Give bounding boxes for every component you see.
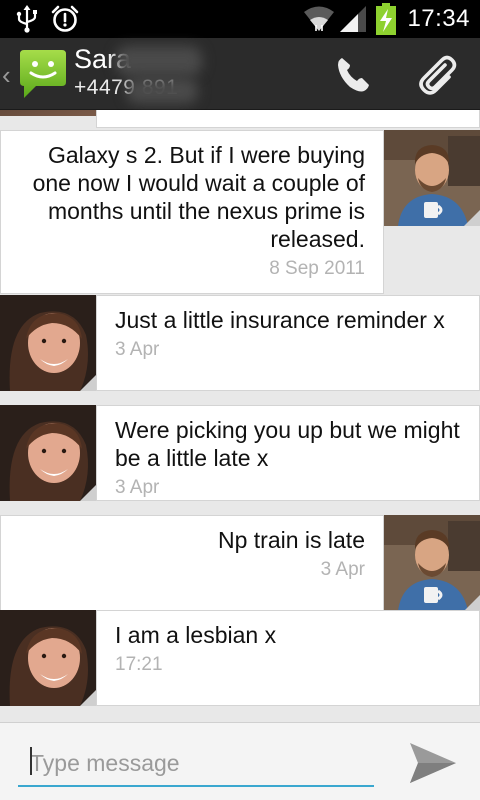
- message-date: 8 Sep 2011: [269, 258, 365, 279]
- message-item[interactable]: Were picking you up but we might be a li…: [0, 405, 480, 501]
- action-bar: ‹ Sara +4479 891: [0, 38, 480, 110]
- message-item[interactable]: Just a little insurance reminder x 3 Apr: [0, 295, 480, 391]
- redaction-blur: [126, 78, 198, 104]
- quick-contact-badge: [464, 210, 480, 226]
- message-bubble: Were picking you up but we might be a li…: [96, 405, 480, 501]
- composer: [0, 722, 480, 800]
- contact-avatar[interactable]: [0, 295, 96, 391]
- contact-avatar[interactable]: [0, 610, 96, 706]
- message-bubble: Galaxy s 2. But if I were buying one now…: [0, 130, 384, 294]
- quick-contact-badge: [80, 485, 96, 501]
- message-text: Were picking you up but we might be a li…: [115, 417, 460, 471]
- quick-contact-badge: [80, 375, 96, 391]
- message-item[interactable]: Galaxy s 2. But if I were buying one now…: [0, 130, 480, 294]
- phone-icon[interactable]: [326, 48, 380, 102]
- back-chevron-icon[interactable]: ‹: [2, 60, 11, 91]
- message-date: 3 Apr: [320, 559, 365, 580]
- signal-icon: [338, 4, 368, 39]
- message-item[interactable]: I am a lesbian x 17:21: [0, 610, 480, 706]
- my-avatar[interactable]: [384, 515, 480, 611]
- message-text: Galaxy s 2. But if I were buying one now…: [32, 142, 365, 252]
- message-date: 17:21: [115, 654, 163, 675]
- message-text: I am a lesbian x: [115, 622, 277, 648]
- text-cursor: [30, 747, 32, 775]
- alarm-icon: [50, 4, 80, 39]
- message-date: 3 Apr: [115, 477, 160, 498]
- message-item[interactable]: Np train is late 3 Apr: [0, 515, 480, 611]
- message-input[interactable]: [18, 735, 374, 787]
- usb-icon: [14, 4, 40, 39]
- quick-contact-badge: [464, 595, 480, 611]
- message-bubble: [96, 110, 480, 128]
- send-icon[interactable]: [404, 735, 462, 791]
- my-avatar[interactable]: [384, 130, 480, 226]
- conversation-list[interactable]: Galaxy s 2. But if I were buying one now…: [0, 110, 480, 722]
- message-bubble: Just a little insurance reminder x 3 Apr: [96, 295, 480, 391]
- message-text: Np train is late: [217, 527, 365, 553]
- status-bar: 17:34: [0, 0, 480, 38]
- messaging-app-icon[interactable]: [18, 48, 68, 105]
- message-bubble: I am a lesbian x 17:21: [96, 610, 480, 706]
- battery-charging-icon: [376, 3, 396, 40]
- message-date: 3 Apr: [115, 339, 160, 360]
- contact-avatar[interactable]: [0, 405, 96, 501]
- redaction-blur: [116, 46, 202, 76]
- message-text: Just a little insurance reminder x: [115, 307, 445, 333]
- quick-contact-badge: [80, 690, 96, 706]
- contact-avatar[interactable]: [0, 110, 96, 116]
- message-bubble: Np train is late 3 Apr: [0, 515, 384, 611]
- wifi-icon: [302, 3, 336, 38]
- attach-icon[interactable]: [410, 48, 464, 102]
- clock: 17:34: [407, 5, 470, 32]
- message-item-partial[interactable]: [0, 110, 480, 128]
